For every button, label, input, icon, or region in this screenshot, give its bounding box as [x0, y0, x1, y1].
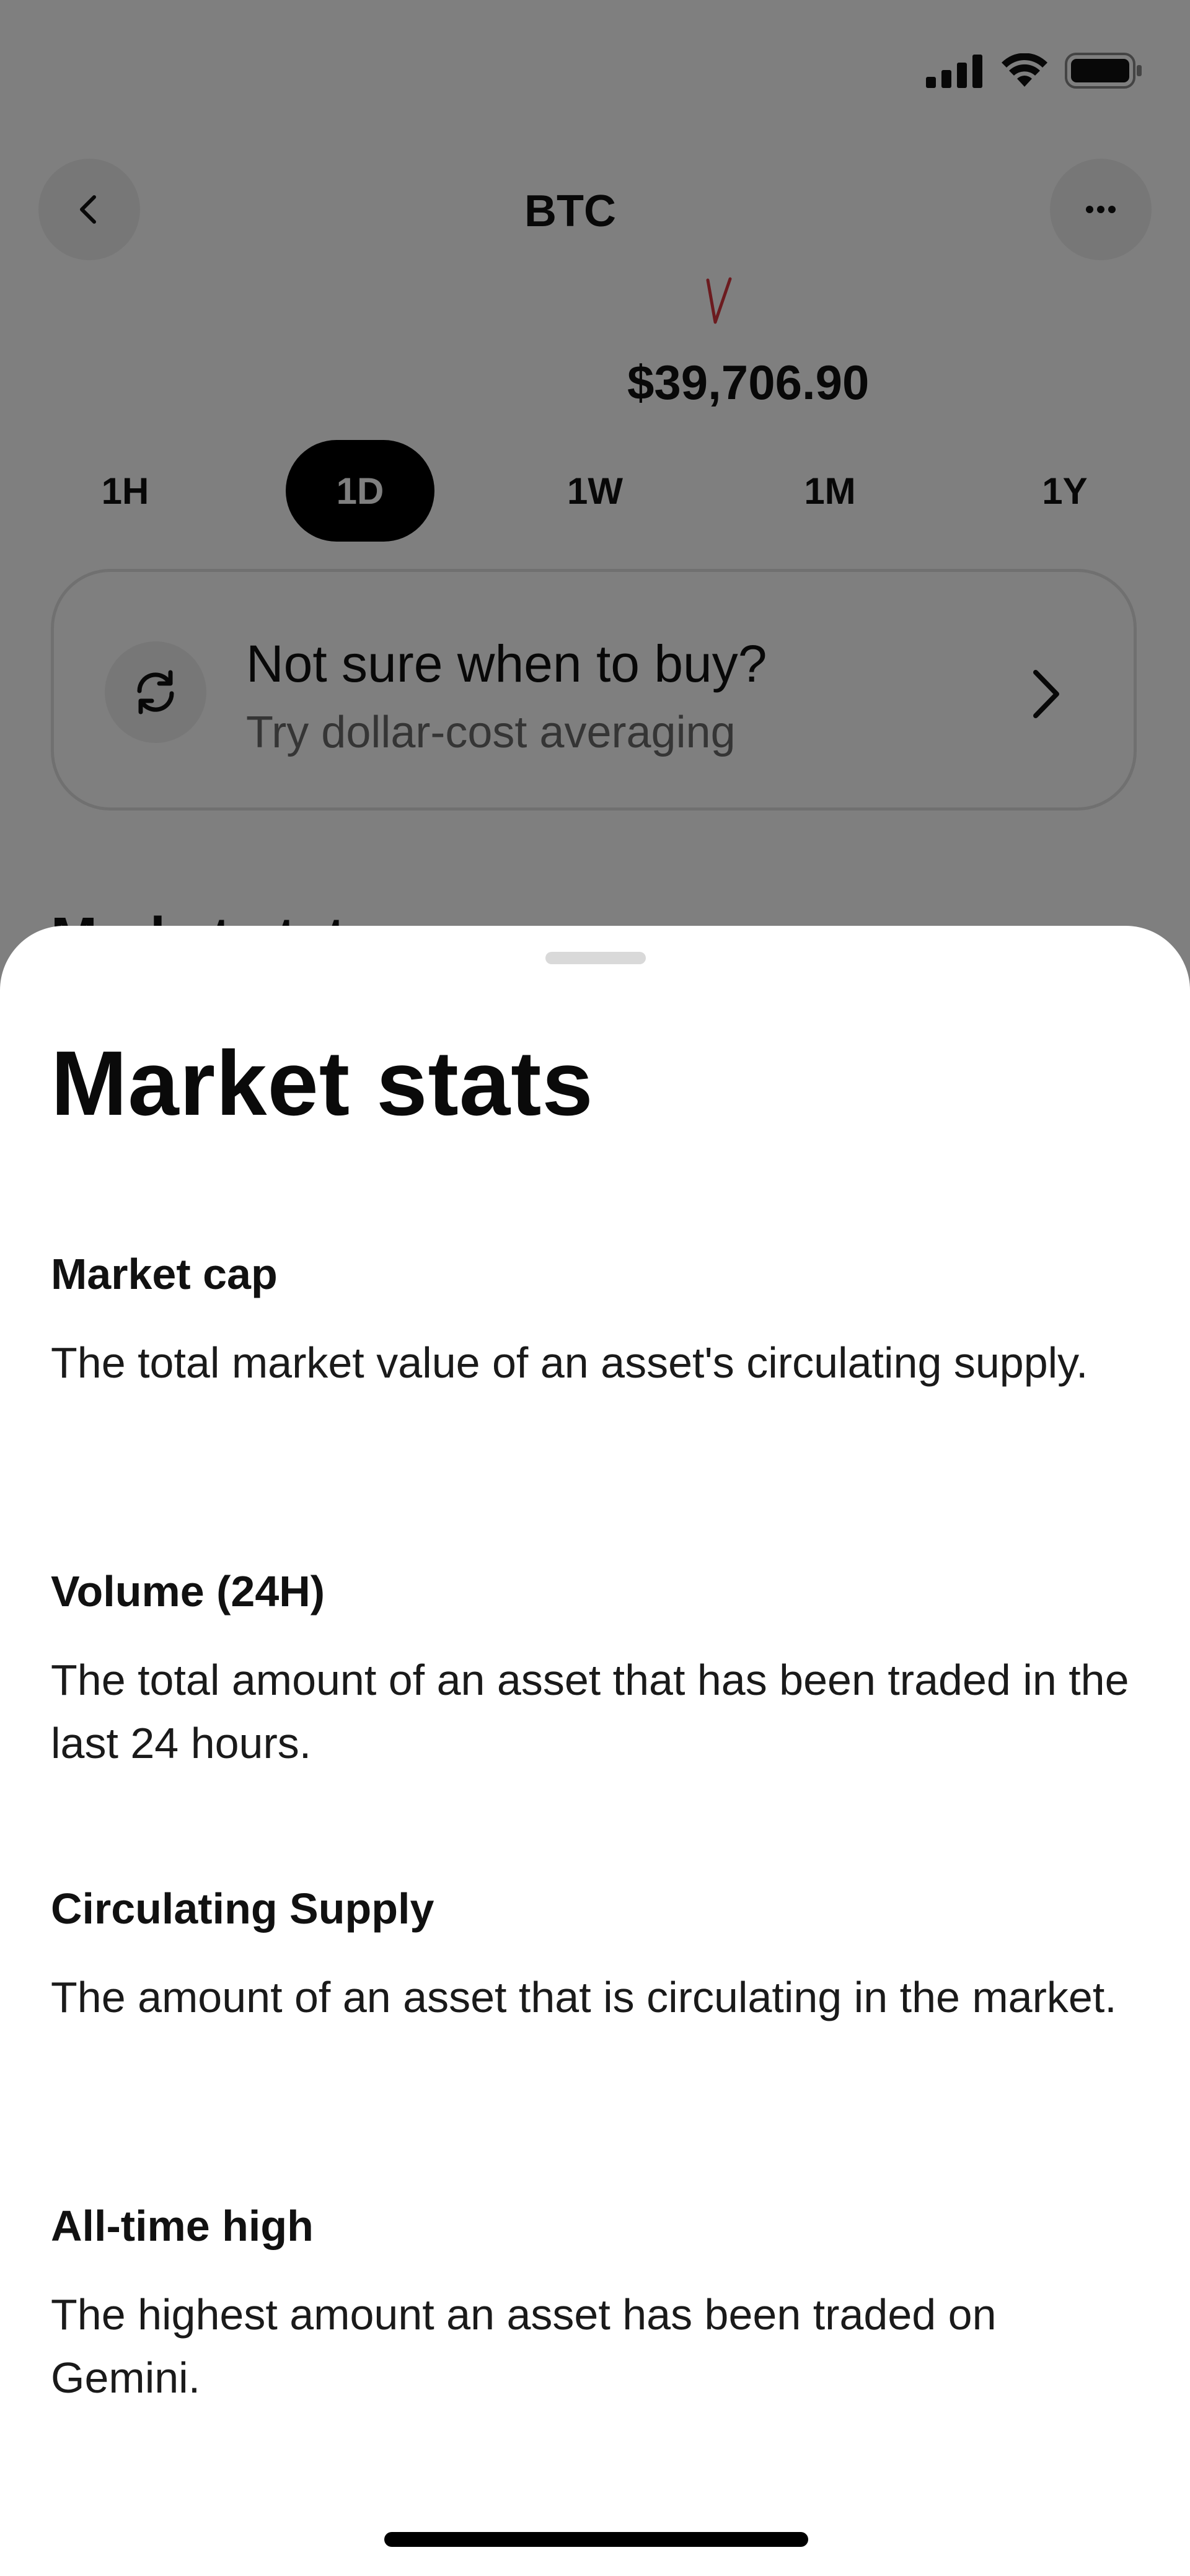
- stat-description: The total amount of an asset that has be…: [51, 1656, 1129, 1767]
- stat-description: The amount of an asset that is circulati…: [51, 1973, 1117, 2021]
- stat-term: Volume (24H): [51, 1567, 325, 1615]
- stat-term: Circulating Supply: [51, 1884, 434, 1933]
- stat-item-volume: Volume (24H) The total amount of an asse…: [51, 1565, 1142, 1883]
- stat-item-circulating-supply: Circulating Supply The amount of an asse…: [51, 1883, 1142, 2200]
- stat-description: The highest amount an asset has been tra…: [51, 2290, 997, 2402]
- stat-term: All-time high: [51, 2202, 314, 2250]
- stat-description: The total market value of an asset's cir…: [51, 1339, 1088, 1387]
- stat-item-market-cap: Market cap The total market value of an …: [51, 1248, 1142, 1565]
- market-stats-list: Market cap The total market value of an …: [51, 1248, 1142, 2517]
- stat-item-all-time-high: All-time high The highest amount an asse…: [51, 2200, 1142, 2517]
- sheet-drag-handle[interactable]: [545, 952, 646, 964]
- home-indicator[interactable]: [384, 2532, 808, 2547]
- sheet-title: Market stats: [51, 1032, 594, 1135]
- market-stats-sheet: Market stats Market cap The total market…: [0, 926, 1190, 2576]
- stat-term: Market cap: [51, 1250, 278, 1298]
